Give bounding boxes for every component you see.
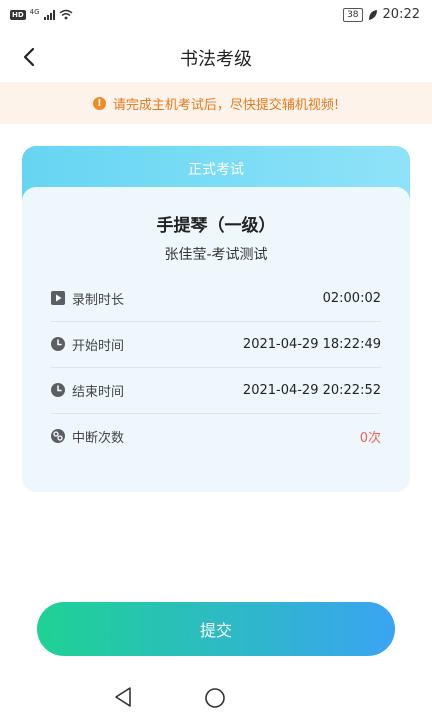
network-type: 4G [29,7,40,16]
signal-icon [43,9,55,20]
info-row-duration: 录制时长 02:00:02 [51,275,381,322]
notice-banner: ! 请完成主机考试后，尽快提交辅机视频! [0,82,432,124]
page-title: 书法考级 [180,49,252,70]
warning-icon: ! [92,96,106,110]
submit-button[interactable]: 提交 [37,602,395,656]
info-label: 中断次数 [72,430,125,446]
info-row-interruptions: 中断次数 0次 [51,413,381,459]
status-bar: HD 4G 38 20:22 [0,0,432,32]
status-bar-right: 38 20:22 [343,7,420,22]
info-label: 录制时长 [72,292,125,308]
exam-type-label: 正式考试 [188,162,244,178]
info-value: 2021-04-29 20:22:52 [242,382,381,398]
info-row-end-time: 结束时间 2021-04-29 20:22:52 [51,367,381,414]
hd-badge: HD [10,9,26,20]
examinee-name: 张佳莹-考试测试 [164,247,268,263]
clock-icon [51,383,65,397]
exam-title: 手提琴（一级） [156,216,276,236]
back-triangle-icon[interactable] [113,686,133,708]
play-icon [51,291,65,305]
status-bar-left: HD 4G [10,7,73,20]
exam-card: 手提琴（一级） 张佳莹-考试测试 录制时长 02:00:02 开始时间 2021… [22,187,410,492]
nav-bar: 书法考级 [0,32,432,82]
info-value: 2021-04-29 18:22:49 [242,336,381,352]
battery-indicator: 38 [343,7,363,22]
interrupt-icon [51,429,65,443]
info-value: 0次 [359,430,381,446]
info-row-start-time: 开始时间 2021-04-29 18:22:49 [51,321,381,368]
info-label: 开始时间 [72,338,125,354]
leaf-icon [368,9,377,20]
notice-text: 请完成主机考试后，尽快提交辅机视频! [112,97,340,113]
wifi-icon [59,9,73,20]
clock-icon [51,337,65,351]
info-label: 结束时间 [72,384,125,400]
submit-label: 提交 [199,621,232,640]
home-circle-icon[interactable] [204,687,226,709]
system-nav-bar [0,672,432,720]
clock-time: 20:22 [382,7,420,22]
info-value: 02:00:02 [322,290,381,306]
